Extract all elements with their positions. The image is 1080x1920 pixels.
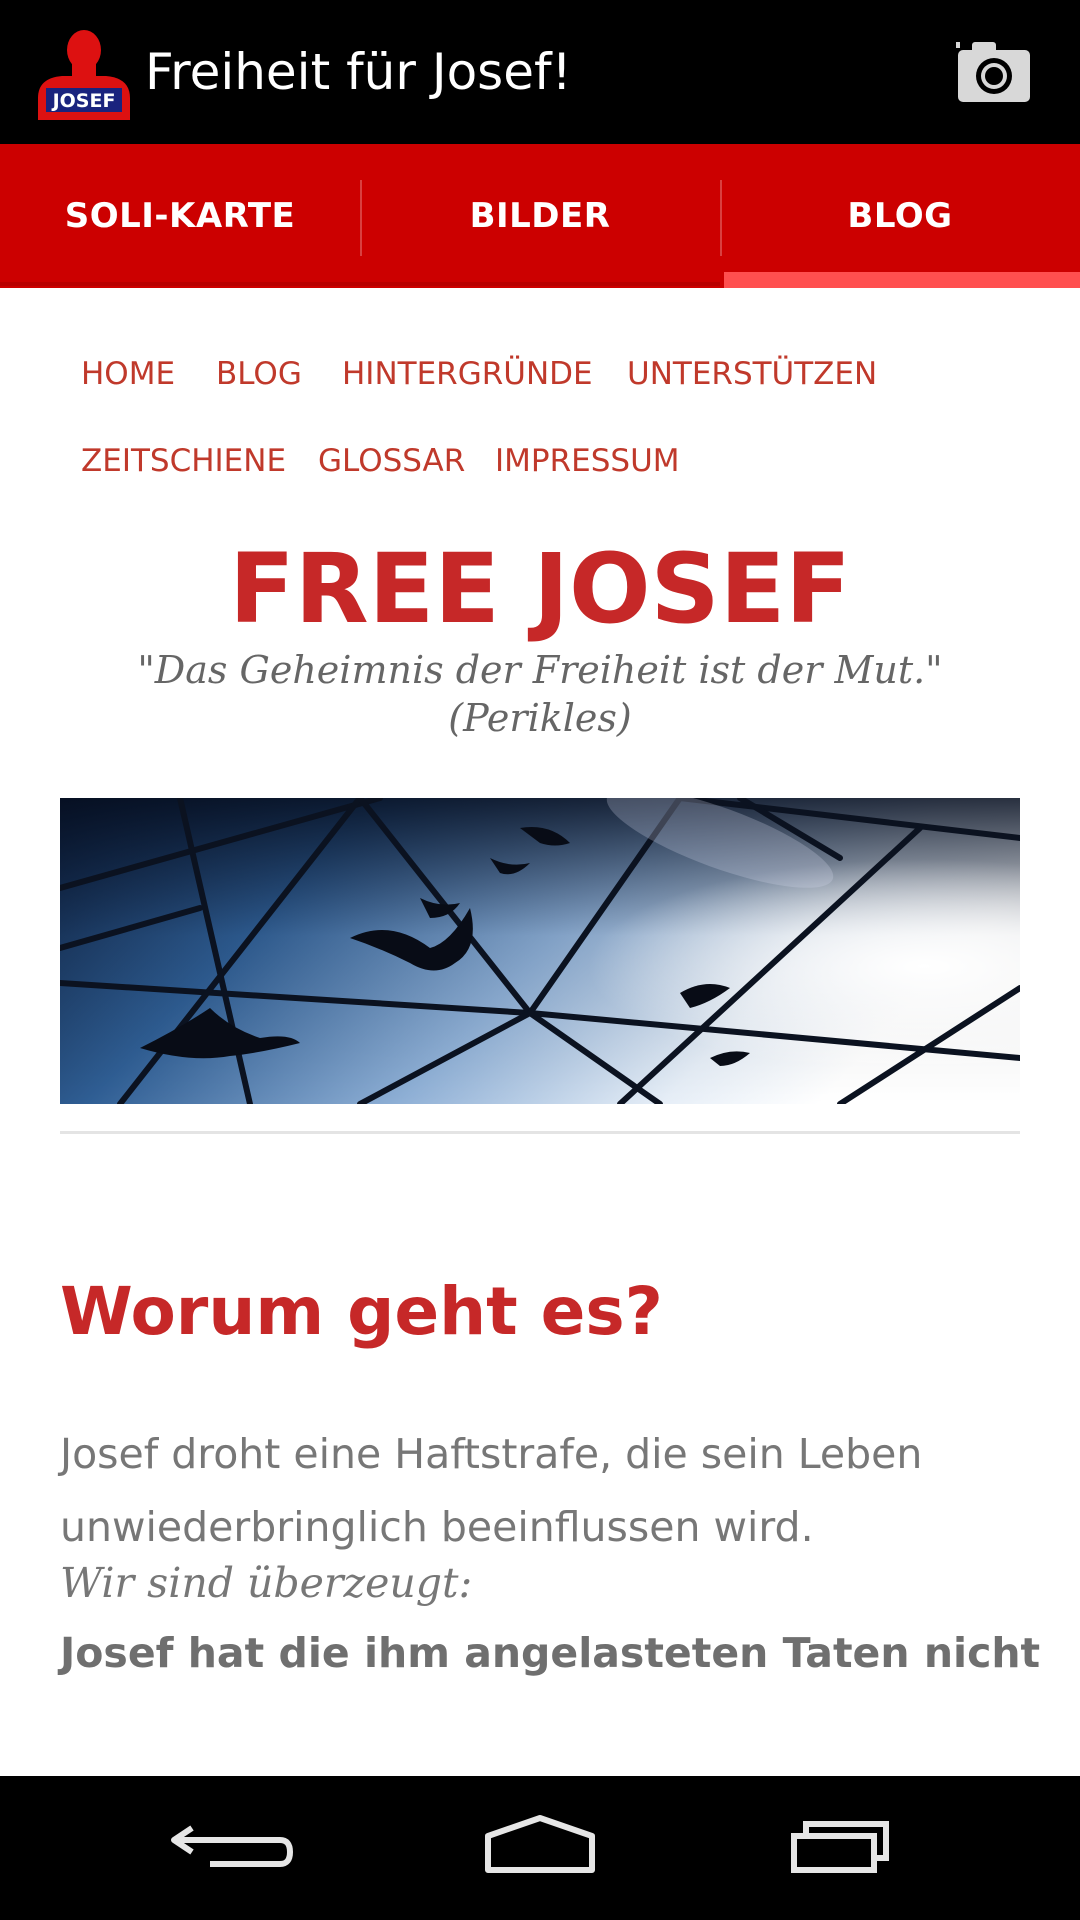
header-banner-image [60, 798, 1020, 1104]
tab-bar: SOLI-KARTE BILDER BLOG [0, 144, 1080, 288]
app-logo-icon[interactable]: JOSEF [34, 28, 134, 120]
menu-item-impressum[interactable]: IMPRESSUM [495, 441, 680, 481]
site-tagline: "Das Geheimnis der Freiheit ist der Mut.… [90, 646, 990, 742]
menu-item-glossar[interactable]: GLOSSAR [318, 441, 465, 481]
tagline-author: (Perikles) [448, 696, 632, 740]
menu-item-zeitschiene[interactable]: ZEITSCHIENE [81, 441, 286, 481]
webview-content[interactable]: HOME BLOG HINTERGRÜNDE UNTERSTÜTZEN ZEIT… [0, 288, 1080, 1776]
tab-soli-karte[interactable]: SOLI-KARTE [0, 144, 360, 288]
home-icon[interactable] [440, 1776, 640, 1920]
article-bold-line: Josef hat die ihm angelasteten Taten nic… [60, 1629, 1041, 1677]
header-separator [60, 1131, 1020, 1134]
logo-text: JOSEF [51, 90, 116, 112]
action-bar: JOSEF Freiheit für Josef! [0, 0, 1080, 144]
app-title: Freiheit für Josef! [145, 43, 572, 101]
tagline-quote: "Das Geheimnis der Freiheit ist der Mut.… [137, 648, 943, 692]
article-paragraph: Josef droht eine Haftstrafe, die sein Le… [60, 1430, 923, 1551]
recent-apps-icon[interactable] [740, 1776, 940, 1920]
article-heading: Worum geht es? [60, 1273, 663, 1350]
system-navigation-bar [0, 1776, 1080, 1920]
site-title[interactable]: FREE JOSEF [0, 534, 1080, 644]
back-icon[interactable] [140, 1776, 340, 1920]
tab-bilder[interactable]: BILDER [360, 144, 720, 288]
menu-item-blog[interactable]: BLOG [216, 354, 302, 394]
article-italic-line: Wir sind überzeugt: [60, 1559, 473, 1607]
menu-item-unterstuetzen[interactable]: UNTERSTÜTZEN [627, 354, 877, 394]
menu-item-home[interactable]: HOME [81, 354, 175, 394]
tab-selected-indicator [724, 272, 1080, 288]
menu-item-hintergruende[interactable]: HINTERGRÜNDE [342, 354, 593, 394]
camera-icon[interactable] [954, 36, 1034, 106]
tab-baseline [0, 282, 720, 286]
tab-blog[interactable]: BLOG [720, 144, 1080, 288]
